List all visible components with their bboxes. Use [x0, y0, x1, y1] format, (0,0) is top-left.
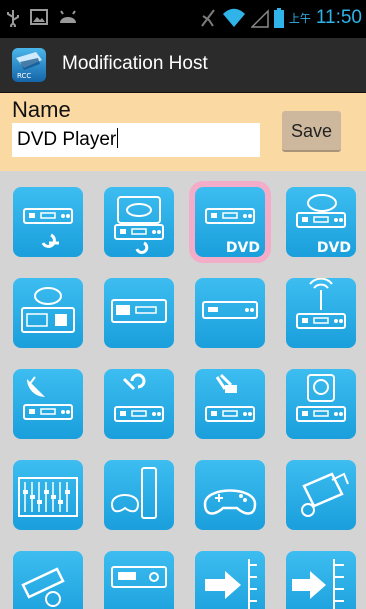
camcorder-icon[interactable] — [286, 460, 356, 530]
gamepad-icon[interactable] — [195, 460, 265, 530]
cable-box-icon[interactable] — [104, 369, 174, 439]
system-indicators: 上午 11:50 — [199, 7, 362, 29]
wifi-icon — [222, 8, 245, 27]
name-panel: Name DVD Player Save — [0, 93, 366, 171]
page-title: Modification Host — [62, 53, 208, 74]
app-logo-icon[interactable]: RCC — [12, 48, 46, 82]
battery-icon — [273, 8, 284, 28]
dvd-disc-player-icon[interactable]: DVD — [286, 187, 356, 257]
audio-mixer-glyph — [18, 477, 78, 517]
hdmi-switch-glyph — [205, 559, 257, 609]
av-receiver-glyph — [111, 566, 167, 588]
device-icon-grid: DVD DVD — [0, 171, 366, 609]
no-signal-icon — [201, 9, 215, 27]
audio-mixer-icon[interactable] — [13, 460, 83, 530]
bluray-disc-player-icon[interactable] — [104, 187, 174, 257]
format-label: DVD — [225, 240, 260, 256]
clock: 11:50 — [315, 7, 362, 28]
app-logo-text: RCC — [17, 72, 31, 80]
name-input[interactable]: DVD Player — [12, 123, 260, 157]
security-camera-glyph — [21, 567, 65, 607]
name-input-value: DVD Player — [17, 129, 117, 150]
game-console-glyph — [110, 467, 157, 519]
hdd-recorder-glyph — [296, 374, 346, 422]
set-top-box-icon[interactable] — [195, 278, 265, 348]
app-logo-graphic: RCC — [16, 52, 42, 80]
wireless-receiver-glyph — [296, 278, 346, 329]
gamepad-glyph — [203, 489, 257, 515]
wireless-receiver-icon[interactable] — [286, 278, 356, 348]
camcorder-glyph — [301, 472, 349, 517]
cable-box-glyph — [114, 373, 164, 422]
network-box-icon[interactable] — [195, 369, 265, 439]
security-camera-icon[interactable] — [13, 551, 83, 609]
set-top-box-glyph — [202, 301, 258, 319]
notification-icons — [6, 9, 78, 27]
hdmi-splitter-icon[interactable] — [286, 551, 356, 609]
satellite-receiver-icon[interactable] — [13, 369, 83, 439]
app-screen: 上午 11:50 RCC Modification Host Name DVD … — [0, 0, 366, 609]
media-player-glyph — [111, 299, 167, 323]
satellite-receiver-glyph — [23, 376, 73, 420]
picture-icon — [30, 9, 48, 25]
dvd-recorder-glyph — [21, 287, 75, 333]
usb-icon — [7, 10, 19, 27]
dvd-player-icon[interactable]: DVD — [189, 181, 271, 263]
hdmi-switch-icon[interactable] — [195, 551, 265, 609]
media-player-icon[interactable] — [104, 278, 174, 348]
bluray-player-glyph — [23, 208, 73, 248]
hdmi-splitter-glyph — [292, 559, 344, 609]
network-box-glyph — [205, 373, 255, 422]
bluray-disc-player-glyph — [114, 196, 164, 254]
action-bar: RCC Modification Host — [0, 38, 366, 93]
dvd-recorder-icon[interactable] — [13, 278, 83, 348]
game-console-icon[interactable] — [104, 460, 174, 530]
format-label: DVD — [316, 240, 351, 256]
status-bar: 上午 11:50 — [0, 0, 366, 38]
time-period: 上午 — [288, 12, 311, 25]
android-debug-icon — [60, 10, 76, 23]
cell-signal-icon — [250, 9, 269, 28]
av-receiver-icon[interactable] — [104, 551, 174, 609]
bluray-player-icon[interactable] — [13, 187, 83, 257]
save-button[interactable]: Save — [282, 111, 341, 152]
hdd-recorder-icon[interactable] — [286, 369, 356, 439]
text-cursor — [117, 128, 119, 148]
name-label: Name — [12, 97, 71, 122]
